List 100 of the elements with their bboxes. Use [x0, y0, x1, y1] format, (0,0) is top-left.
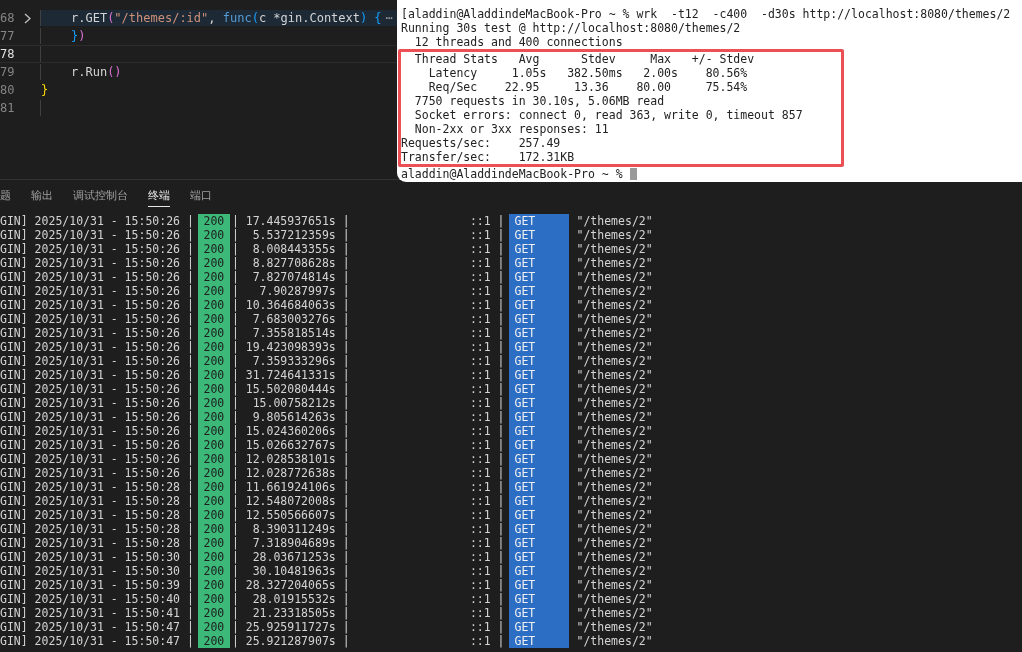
http-method: GET — [508, 214, 569, 228]
latency-value: | 15.00758212s | — [231, 396, 351, 410]
latency-value: | 15.024360206s | — [231, 424, 351, 438]
panel-tab[interactable]: 输出 — [31, 183, 53, 207]
request-path: "/themes/2" — [576, 270, 653, 284]
request-path: "/themes/2" — [576, 214, 653, 228]
client-ip: ::1 | — [469, 214, 505, 228]
log-timestamp: GIN] 2025/10/31 - 15:50:26 | — [0, 438, 194, 452]
latency-value: | 7.359333296s | — [231, 354, 351, 368]
latency-value: | 17.445937651s | — [231, 214, 351, 228]
latency-value: | 28.03671253s | — [231, 550, 351, 564]
client-ip: ::1 | — [469, 494, 505, 508]
request-path: "/themes/2" — [576, 452, 653, 466]
http-method: GET — [508, 424, 569, 438]
request-path: "/themes/2" — [576, 606, 653, 620]
client-ip: ::1 | — [469, 256, 505, 270]
latency-value: | 12.548072008s | — [231, 494, 351, 508]
status-code: 200 — [197, 410, 230, 424]
log-timestamp: GIN] 2025/10/31 - 15:50:26 | — [0, 466, 194, 480]
log-timestamp: GIN] 2025/10/31 - 15:50:26 | — [0, 312, 194, 326]
http-method: GET — [508, 368, 569, 382]
http-method: GET — [508, 620, 569, 634]
status-code: 200 — [197, 620, 230, 634]
latency-value: | 10.364684063s | — [231, 298, 351, 312]
http-method: GET — [508, 480, 569, 494]
status-code: 200 — [197, 382, 230, 396]
request-path: "/themes/2" — [576, 634, 653, 648]
request-path: "/themes/2" — [576, 550, 653, 564]
status-code: 200 — [197, 634, 230, 648]
request-path: "/themes/2" — [576, 410, 653, 424]
http-method: GET — [508, 354, 569, 368]
http-method: GET — [508, 522, 569, 536]
code-editor[interactable] — [0, 0, 1022, 180]
status-code: 200 — [197, 256, 230, 270]
request-path: "/themes/2" — [576, 340, 653, 354]
request-path: "/themes/2" — [576, 620, 653, 634]
status-code: 200 — [197, 564, 230, 578]
client-ip: ::1 | — [469, 634, 505, 648]
latency-value: | 28.327204065s | — [231, 578, 351, 592]
line-number: 81 — [0, 101, 14, 115]
terminal-line: 7750 requests in 30.10s, 5.06MB read — [413, 94, 666, 108]
log-timestamp: GIN] 2025/10/31 - 15:50:41 | — [0, 606, 194, 620]
request-path: "/themes/2" — [576, 312, 653, 326]
status-code: 200 — [197, 424, 230, 438]
latency-value: | 8.008443355s | — [231, 242, 351, 256]
http-method: GET — [508, 242, 569, 256]
http-method: GET — [508, 550, 569, 564]
request-path: "/themes/2" — [576, 480, 653, 494]
latency-value: | 31.724641331s | — [231, 368, 351, 382]
client-ip: ::1 | — [469, 592, 505, 606]
request-path: "/themes/2" — [576, 396, 653, 410]
panel-tab[interactable]: 终端 — [148, 183, 170, 207]
latency-value: | 8.827708628s | — [231, 256, 351, 270]
status-code: 200 — [197, 606, 230, 620]
log-timestamp: GIN] 2025/10/31 - 15:50:26 | — [0, 214, 194, 228]
request-path: "/themes/2" — [576, 228, 653, 242]
latency-value: | 30.10481963s | — [231, 564, 351, 578]
log-timestamp: GIN] 2025/10/31 - 15:50:26 | — [0, 284, 194, 298]
client-ip: ::1 | — [469, 326, 505, 340]
log-timestamp: GIN] 2025/10/31 - 15:50:28 | — [0, 494, 194, 508]
terminal-line: Requests/sec: 257.49 — [401, 136, 562, 150]
log-timestamp: GIN] 2025/10/31 - 15:50:40 | — [0, 592, 194, 606]
client-ip: ::1 | — [469, 620, 505, 634]
panel-tab[interactable]: 题 — [0, 183, 11, 207]
client-ip: ::1 | — [469, 368, 505, 382]
status-code: 200 — [197, 536, 230, 550]
status-code: 200 — [197, 284, 230, 298]
http-method: GET — [508, 578, 569, 592]
latency-value: | 12.028772638s | — [231, 466, 351, 480]
status-code: 200 — [197, 466, 230, 480]
terminal-line: Thread Stats Avg Stdev Max +/- Stdev — [413, 52, 756, 66]
text-cursor — [629, 168, 637, 180]
http-method: GET — [508, 256, 569, 270]
client-ip: ::1 | — [469, 354, 505, 368]
code-line: r.Run() — [71, 65, 122, 79]
latency-value: | 7.683003276s | — [231, 312, 351, 326]
latency-value: | 7.355818514s | — [231, 326, 351, 340]
request-path: "/themes/2" — [576, 564, 653, 578]
client-ip: ::1 | — [469, 466, 505, 480]
http-method: GET — [508, 326, 569, 340]
panel-tab[interactable]: 调试控制台 — [73, 183, 128, 207]
log-timestamp: GIN] 2025/10/31 - 15:50:26 | — [0, 410, 194, 424]
http-method: GET — [508, 438, 569, 452]
http-method: GET — [508, 592, 569, 606]
client-ip: ::1 | — [469, 480, 505, 494]
line-number: 80 — [0, 83, 14, 97]
http-method: GET — [508, 452, 569, 466]
request-path: "/themes/2" — [576, 592, 653, 606]
log-timestamp: GIN] 2025/10/31 - 15:50:47 | — [0, 620, 194, 634]
folded-code-ellipsis[interactable]: ⋯ — [385, 11, 393, 25]
client-ip: ::1 | — [469, 340, 505, 354]
panel-tab[interactable]: 端口 — [190, 183, 212, 207]
client-ip: ::1 | — [469, 284, 505, 298]
chevron-right-icon[interactable] — [23, 12, 31, 24]
http-method: GET — [508, 298, 569, 312]
terminal-line: [aladdin@AladdindeMacBook-Pro ~ % wrk -t12 -c400 -d30s http://localhost:8080/themes/2 — [401, 7, 1012, 21]
request-path: "/themes/2" — [576, 508, 653, 522]
request-path: "/themes/2" — [576, 284, 653, 298]
log-timestamp: GIN] 2025/10/31 - 15:50:26 | — [0, 228, 194, 242]
client-ip: ::1 | — [469, 438, 505, 452]
